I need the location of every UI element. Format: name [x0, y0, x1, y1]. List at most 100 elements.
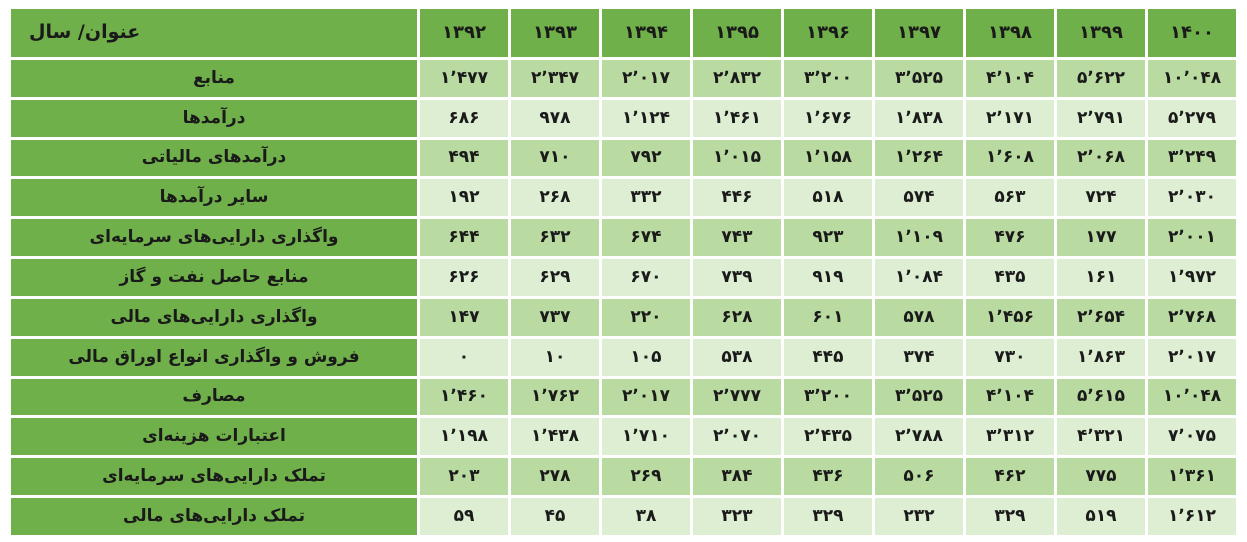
- table-cell-value: ۱۰۵: [602, 338, 690, 376]
- table-row-label: تملک دارایی‌های سرمایه‌ای: [11, 458, 417, 496]
- table-cell-value: ۱٬۶۱۲: [1148, 498, 1236, 535]
- table-cell-value: ۱٬۶۰۸: [966, 139, 1054, 177]
- table-row: ۵٬۲۷۹ ۲٬۷۹۱ ۲٬۱۷۱ ۱٬۸۳۸ ۱٬۶۷۶ ۱٬۴۶۱ ۱٬۱۲۴ ۹۷۸ ۶۸…: [11, 99, 1236, 137]
- table-cell-value: ۵٬۶۱۵: [1057, 378, 1145, 416]
- table-cell-value: ۱۰٬۰۴۸: [1148, 60, 1236, 97]
- table-cell-value: ۹۷۸: [511, 99, 599, 137]
- budget-table-container: ۱۴۰۰ ۱۳۹۹ ۱۳۹۸ ۱۳۹۷ ۱۳۹۶ ۱۳۹۵ ۱۳۹۴ ۱۳۹۳ ۱۳۹۲ عنوا…: [0, 0, 1247, 542]
- year-column-header: ۱۳۹۹: [1057, 9, 1145, 57]
- table-cell-value: ۶۷۴: [602, 219, 690, 257]
- table-cell-value: ۱٬۷۱۰: [602, 418, 690, 456]
- table-row: ۱۰٬۰۴۸ ۵٬۶۲۲ ۴٬۱۰۴ ۳٬۵۲۵ ۳٬۲۰۰ ۲٬۸۳۲ ۲٬۰۱۷ ۲٬۳۴…: [11, 60, 1236, 97]
- table-row-label: اعتبارات هزینه‌ای: [11, 418, 417, 456]
- table-cell-value: ۳۸: [602, 498, 690, 535]
- table-cell-value: ۹۱۹: [784, 259, 872, 296]
- table-cell-value: ۱٬۷۶۲: [511, 378, 599, 416]
- table-cell-value: ۴۴۵: [784, 338, 872, 376]
- table-cell-value: ۱٬۸۶۳: [1057, 338, 1145, 376]
- table-cell-value: ۲۳۲: [875, 498, 963, 535]
- table-cell-value: ۶۲۶: [420, 259, 508, 296]
- table-cell-value: ۳٬۵۲۵: [875, 60, 963, 97]
- table-cell-value: ۲٬۰۱۷: [1148, 338, 1236, 376]
- table-cell-value: ۴۶۲: [966, 458, 1054, 496]
- table-cell-value: ۳۳۲: [602, 179, 690, 217]
- table-cell-value: ۶۳۲: [511, 219, 599, 257]
- table-cell-value: ۷۴۳: [693, 219, 781, 257]
- table-cell-value: ۵٬۲۷۹: [1148, 99, 1236, 137]
- table-cell-value: ۴۵: [511, 498, 599, 535]
- table-cell-value: ۲٬۴۳۵: [784, 418, 872, 456]
- year-column-header: ۱۴۰۰: [1148, 9, 1236, 57]
- table-row: ۷٬۰۷۵ ۴٬۳۲۱ ۳٬۳۱۲ ۲٬۷۸۸ ۲٬۴۳۵ ۲٬۰۷۰ ۱٬۷۱۰ ۱٬۴۳۸…: [11, 418, 1236, 456]
- table-cell-value: ۲٬۰۳۰: [1148, 179, 1236, 217]
- table-cell-value: ۷۷۵: [1057, 458, 1145, 496]
- table-cell-value: ۴۴۶: [693, 179, 781, 217]
- table-cell-value: ۱۷۷: [1057, 219, 1145, 257]
- table-cell-value: ۱٬۰۸۴: [875, 259, 963, 296]
- table-cell-value: ۴٬۳۲۱: [1057, 418, 1145, 456]
- table-cell-value: ۲۶۹: [602, 458, 690, 496]
- table-cell-value: ۲٬۸۳۲: [693, 60, 781, 97]
- table-cell-value: ۷٬۰۷۵: [1148, 418, 1236, 456]
- table-cell-value: ۶۷۰: [602, 259, 690, 296]
- table-row-label: مصارف: [11, 378, 417, 416]
- table-row-label: واگذاری دارایی‌های سرمایه‌ای: [11, 219, 417, 257]
- table-cell-value: ۱٬۴۶۱: [693, 99, 781, 137]
- table-cell-value: ۱٬۴۷۷: [420, 60, 508, 97]
- table-cell-value: ۴۹۴: [420, 139, 508, 177]
- table-cell-value: ۷۱۰: [511, 139, 599, 177]
- table-cell-value: ۳٬۲۴۹: [1148, 139, 1236, 177]
- table-cell-value: ۵۷۴: [875, 179, 963, 217]
- row-label-column-header: عنوان/ سال: [11, 9, 417, 57]
- table-cell-value: ۳۲۹: [784, 498, 872, 535]
- table-cell-value: ۲۶۸: [511, 179, 599, 217]
- table-cell-value: ۵٬۶۲۲: [1057, 60, 1145, 97]
- table-cell-value: ۵۶۳: [966, 179, 1054, 217]
- table-cell-value: ۳٬۵۲۵: [875, 378, 963, 416]
- table-header-row: ۱۴۰۰ ۱۳۹۹ ۱۳۹۸ ۱۳۹۷ ۱۳۹۶ ۱۳۹۵ ۱۳۹۴ ۱۳۹۳ ۱۳۹۲ عنوا…: [11, 9, 1236, 57]
- table-cell-value: ۳۲۹: [966, 498, 1054, 535]
- table-row-label: منابع: [11, 60, 417, 97]
- table-cell-value: ۲٬۱۷۱: [966, 99, 1054, 137]
- table-cell-value: ۴٬۱۰۴: [966, 60, 1054, 97]
- table-cell-value: ۱۹۲: [420, 179, 508, 217]
- table-cell-value: ۲۲۰: [602, 298, 690, 336]
- table-cell-value: ۷۹۲: [602, 139, 690, 177]
- year-column-header: ۱۳۹۶: [784, 9, 872, 57]
- table-cell-value: ۲۰۳: [420, 458, 508, 496]
- table-cell-value: ۲٬۶۵۴: [1057, 298, 1145, 336]
- table-cell-value: ۵۱۹: [1057, 498, 1145, 535]
- table-cell-value: ۳۲۳: [693, 498, 781, 535]
- table-cell-value: ۱٬۰۱۵: [693, 139, 781, 177]
- table-cell-value: ۳۷۴: [875, 338, 963, 376]
- table-cell-value: ۱٬۶۷۶: [784, 99, 872, 137]
- table-row: ۱٬۶۱۲ ۵۱۹ ۳۲۹ ۲۳۲ ۳۲۹ ۳۲۳ ۳۸ ۴۵ ۵۹ تملک دارایی‌ها…: [11, 498, 1236, 535]
- table-row-label: منابع حاصل نفت و گاز: [11, 259, 417, 296]
- table-row: ۲٬۰۰۱ ۱۷۷ ۴۷۶ ۱٬۱۰۹ ۹۲۳ ۷۴۳ ۶۷۴ ۶۳۲ ۶۴۴ واگذاری د…: [11, 219, 1236, 257]
- table-cell-value: ۲٬۷۷۷: [693, 378, 781, 416]
- table-cell-value: ۱٬۴۶۰: [420, 378, 508, 416]
- table-cell-value: ۱۶۱: [1057, 259, 1145, 296]
- table-cell-value: ۱٬۳۶۱: [1148, 458, 1236, 496]
- year-column-header: ۱۳۹۳: [511, 9, 599, 57]
- table-body: ۱۰٬۰۴۸ ۵٬۶۲۲ ۴٬۱۰۴ ۳٬۵۲۵ ۳٬۲۰۰ ۲٬۸۳۲ ۲٬۰۱۷ ۲٬۳۴…: [11, 60, 1236, 535]
- budget-table: ۱۴۰۰ ۱۳۹۹ ۱۳۹۸ ۱۳۹۷ ۱۳۹۶ ۱۳۹۵ ۱۳۹۴ ۱۳۹۳ ۱۳۹۲ عنوا…: [8, 6, 1239, 538]
- table-cell-value: ۵۱۸: [784, 179, 872, 217]
- table-cell-value: ۲٬۷۸۸: [875, 418, 963, 456]
- year-column-header: ۱۳۹۵: [693, 9, 781, 57]
- table-cell-value: ۲٬۰۱۷: [602, 60, 690, 97]
- table-cell-value: ۲٬۰۶۸: [1057, 139, 1145, 177]
- table-cell-value: ۱٬۴۵۶: [966, 298, 1054, 336]
- table-row-label: تملک دارایی‌های مالی: [11, 498, 417, 535]
- table-cell-value: ۵۹: [420, 498, 508, 535]
- table-cell-value: ۱٬۱۵۸: [784, 139, 872, 177]
- table-cell-value: ۶۲۸: [693, 298, 781, 336]
- table-row-label: واگذاری دارایی‌های مالی: [11, 298, 417, 336]
- table-cell-value: ۲۷۸: [511, 458, 599, 496]
- table-cell-value: ۷۲۴: [1057, 179, 1145, 217]
- table-cell-value: ۷۳۷: [511, 298, 599, 336]
- table-row: ۲٬۰۳۰ ۷۲۴ ۵۶۳ ۵۷۴ ۵۱۸ ۴۴۶ ۳۳۲ ۲۶۸ ۱۹۲ سایر درآمده…: [11, 179, 1236, 217]
- table-row: ۲٬۷۶۸ ۲٬۶۵۴ ۱٬۴۵۶ ۵۷۸ ۶۰۱ ۶۲۸ ۲۲۰ ۷۳۷ ۱۴۷ واگذاری…: [11, 298, 1236, 336]
- table-cell-value: ۲٬۰۰۱: [1148, 219, 1236, 257]
- table-cell-value: ۵۳۸: [693, 338, 781, 376]
